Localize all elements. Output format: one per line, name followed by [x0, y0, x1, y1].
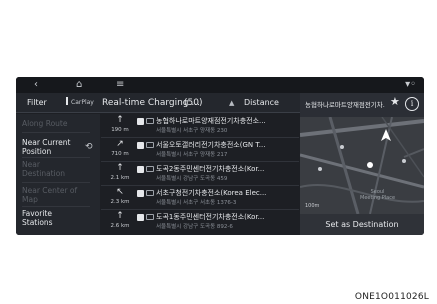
distance-label: 190 m	[111, 127, 129, 133]
direction-arrow-icon: ↑	[116, 115, 124, 125]
station-address: 서울특별시 서초구 양재동 230	[156, 128, 228, 134]
nav-favorite-stations[interactable]: Favorite Stations	[22, 209, 82, 227]
station-name: 농협하나로마트양재점전기차충전소...	[156, 117, 266, 125]
home-icon[interactable]: ⌂	[76, 78, 82, 92]
available-icon	[137, 118, 144, 125]
menu-icon[interactable]: ≡	[116, 78, 124, 92]
search-scope-menu: Along Route Near Current Position ⟲ Near…	[16, 114, 100, 235]
result-count: (50)	[184, 98, 203, 108]
carplay-button[interactable]: CarPlay	[66, 93, 94, 113]
divider	[22, 157, 90, 158]
station-address: 서울특별시 강남구 도곡동 892-6	[156, 224, 233, 230]
station-name: 서초구청전기차충전소(Korea Elec...	[156, 189, 267, 197]
direction-arrow-icon: ↗	[116, 139, 124, 149]
station-address: 서울특별시 서초구 서초동 1376-3	[156, 200, 237, 206]
charger-type-icon	[146, 142, 154, 148]
figure-caption: ONE1O011026L	[354, 292, 429, 302]
station-detail-panel: 농협하나로마트양재점전기차... ★ i SeoulMeeting Place	[300, 93, 424, 235]
nav-near-center-of-map[interactable]: Near Center of Map	[22, 186, 82, 204]
station-name: 도곡2동주민센터전기차충전소(Kor...	[156, 165, 265, 173]
available-icon	[137, 142, 144, 149]
available-icon	[137, 166, 144, 173]
status-bar: ‹ ⌂ ≡ ▾◦	[16, 77, 424, 93]
list-item[interactable]: ↖ 2.3 km 서초구청전기차충전소(Korea Elec... 서울특별시 …	[101, 186, 299, 210]
distance-label: 2.3 km	[110, 199, 130, 205]
station-name: 도곡1동주민센터전기차충전소(Kor...	[156, 213, 265, 221]
list-item[interactable]: ↑ 2.6 km 도곡1동주민센터전기차충전소(Kor... 서울특별시 강남구…	[101, 210, 299, 234]
favorite-star-icon[interactable]: ★	[390, 95, 400, 108]
divider	[22, 132, 90, 133]
set-as-destination-button[interactable]: Set as Destination	[300, 214, 424, 235]
distance-label: 2.1 km	[110, 175, 130, 181]
nav-near-current-position[interactable]: Near Current Position	[22, 138, 82, 156]
infotainment-screen: ‹ ⌂ ≡ ▾◦ Filter CarPlay Real-time Chargi…	[16, 77, 424, 235]
sort-icon[interactable]: ▲	[229, 93, 234, 113]
charger-type-icon	[146, 118, 154, 124]
station-list: ↑ 190 m 농협하나로마트양재점전기차충전소... 서울특별시 서초구 양재…	[101, 114, 299, 235]
list-item[interactable]: ↑ 190 m 농협하나로마트양재점전기차충전소... 서울특별시 서초구 양재…	[101, 114, 299, 138]
available-icon	[137, 214, 144, 221]
direction-arrow-icon: ↖	[116, 187, 124, 197]
back-icon[interactable]: ‹	[34, 78, 38, 92]
sort-distance-button[interactable]: Distance	[244, 93, 279, 113]
distance-label: 710 m	[111, 151, 129, 157]
map-poi-label: Seoul Meeting Place	[360, 189, 396, 201]
charger-type-icon	[146, 190, 154, 196]
available-icon	[137, 190, 144, 197]
charger-type-icon	[146, 166, 154, 172]
station-name: 서울오토갤러리전기차충전소(GN T...	[156, 141, 266, 149]
map-view[interactable]: Seoul Meeting Place 100m	[300, 117, 424, 214]
station-address: 서울특별시 서초구 양재동 217	[156, 152, 228, 158]
detail-header: 농협하나로마트양재점전기차... ★ i	[300, 93, 424, 117]
refresh-icon[interactable]: ⟲	[85, 142, 93, 152]
list-item[interactable]: ↗ 710 m 서울오토갤러리전기차충전소(GN T... 서울특별시 서초구 …	[101, 138, 299, 162]
divider	[22, 182, 90, 183]
direction-arrow-icon: ↑	[116, 211, 124, 221]
info-icon[interactable]: i	[405, 97, 419, 111]
divider	[22, 206, 90, 207]
signal-icon: ▾◦	[405, 79, 416, 90]
nav-along-route[interactable]: Along Route	[22, 119, 67, 128]
map-scale: 100m	[305, 203, 320, 209]
list-item[interactable]: ↑ 2.1 km 도곡2동주민센터전기차충전소(Kor... 서울특별시 강남구…	[101, 162, 299, 186]
station-pin-icon	[367, 162, 373, 168]
charger-type-icon	[146, 214, 154, 220]
station-address: 서울특별시 강남구 도곡동 459	[156, 176, 228, 182]
filter-button[interactable]: Filter	[27, 93, 47, 113]
detail-station-name: 농협하나로마트양재점전기차...	[305, 101, 385, 109]
distance-label: 2.6 km	[110, 223, 130, 229]
nav-near-destination[interactable]: Near Destination	[22, 160, 82, 178]
direction-arrow-icon: ↑	[116, 163, 124, 173]
